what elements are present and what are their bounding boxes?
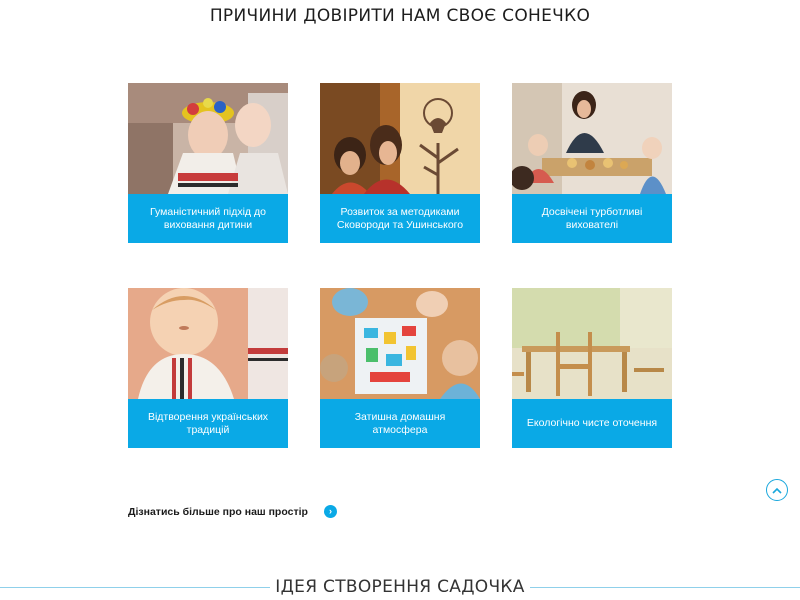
toddler-embroidered-shirt-photo [128, 288, 288, 399]
reason-card-ecology[interactable]: Екологічно чисте оточення [512, 288, 672, 448]
kids-playing-floor-photo [320, 288, 480, 399]
section-title: Причини довірити нам своє сонечко [209, 6, 591, 26]
chevron-up-icon [772, 487, 782, 494]
reason-card-methods[interactable]: Розвиток за методиками Сковороди та Ушин… [320, 83, 480, 243]
reason-card-traditions[interactable]: Відтворення українських традицій [128, 288, 288, 448]
card-caption: Досвічені турботливі вихователі [512, 194, 672, 243]
learn-more-label: Дізнатись більше про наш простір [128, 505, 308, 518]
teacher-with-kids-photo [512, 83, 672, 194]
reason-card-atmosphere[interactable]: Затишна домашня атмосфера [320, 288, 480, 448]
chevron-right-icon: › [323, 505, 337, 518]
card-caption: Затишна домашня атмосфера [320, 399, 480, 448]
next-section-title: Ідея створення садочка [275, 577, 525, 597]
shadow-theater-photo [320, 83, 480, 194]
card-caption: Екологічно чисте оточення [512, 399, 672, 448]
card-caption: Гуманістичний підхід до виховання дитини [128, 194, 288, 243]
wooden-furniture-room-photo [512, 288, 672, 399]
children-hugging-photo [128, 83, 288, 194]
reason-card-teachers[interactable]: Досвічені турботливі вихователі [512, 83, 672, 243]
reason-card-humanistic[interactable]: Гуманістичний підхід до виховання дитини [128, 83, 288, 243]
card-caption: Розвиток за методиками Сковороди та Ушин… [320, 194, 480, 243]
scroll-to-top-button[interactable] [766, 479, 788, 501]
learn-more-link[interactable]: Дізнатись більше про наш простір › [128, 505, 337, 518]
card-caption: Відтворення українських традицій [128, 399, 288, 448]
